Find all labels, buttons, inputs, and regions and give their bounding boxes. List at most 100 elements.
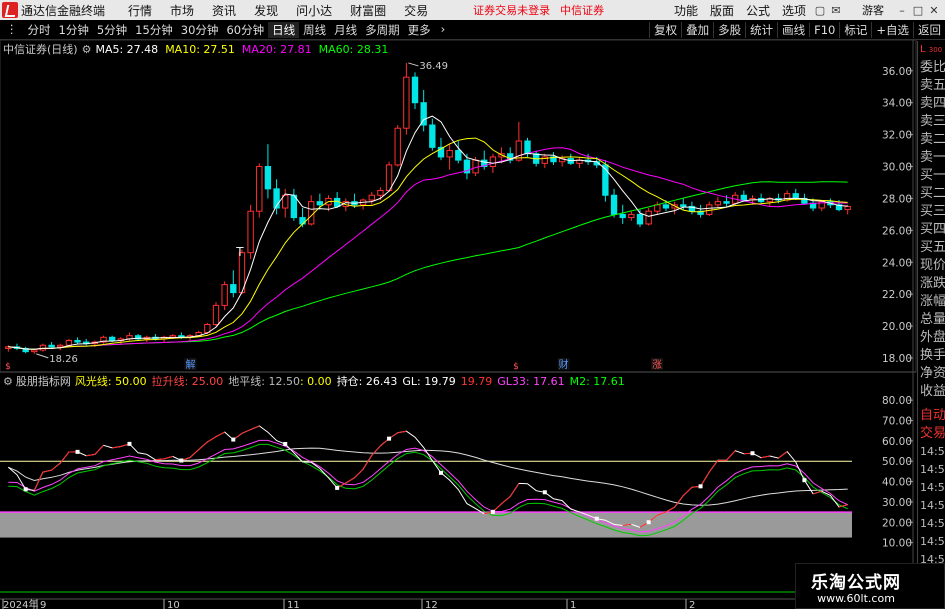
gl-rising-segment: [94, 444, 104, 455]
indicator-marker: [23, 487, 28, 492]
kline-chart[interactable]: 36.00 34.00 32.00 30.00 28.00 26.00 24.00 22.00…: [0, 0, 917, 609]
side-label-change-pct[interactable]: 涨幅: [918, 293, 945, 311]
watermark: 乐淘公式网 www.60lt.com: [795, 563, 945, 609]
candle-body: [680, 204, 687, 207]
side-label-weibi[interactable]: 委比: [918, 59, 945, 77]
side-label-buy5[interactable]: 买五: [918, 239, 945, 257]
candle-body: [654, 204, 661, 212]
candle-body: [65, 339, 73, 346]
price-axis-label: 36.00: [882, 66, 912, 78]
candle-body: [628, 213, 635, 219]
candle-body: [403, 76, 410, 129]
side-label-outer[interactable]: 外盘: [918, 329, 945, 347]
gl-rising-segment: [761, 455, 770, 459]
candle-body: [446, 150, 453, 158]
indicator-marker: [542, 490, 547, 495]
tick-time: 14:56: [920, 517, 945, 530]
candle-body: [299, 217, 306, 225]
side-top-letter: L: [920, 44, 926, 55]
candle-body: [39, 344, 47, 351]
auto-button[interactable]: 自动: [918, 407, 945, 425]
indicator-axis-label: 10.00: [882, 538, 912, 550]
candle-body: [455, 150, 462, 161]
side-label-sell1[interactable]: 卖一: [918, 149, 945, 167]
candle-body: [706, 204, 713, 215]
price-axis-label: 20.00: [882, 321, 912, 333]
gl-rising-segment: [345, 477, 355, 484]
price-axis-label: 28.00: [882, 193, 912, 205]
indicator-marker: [594, 516, 599, 521]
indicator-marker: [698, 484, 703, 489]
gl-rising-segment: [509, 483, 520, 497]
side-top-sub: 300: [928, 46, 943, 54]
indicator-marker: [75, 449, 80, 454]
candle-body: [472, 159, 479, 174]
dividend-marker: $: [5, 362, 11, 372]
close-icon[interactable]: ✕: [926, 2, 942, 18]
side-label-net-asset[interactable]: 净资: [918, 365, 945, 383]
candle-body: [57, 344, 64, 348]
indicator-marker: [750, 451, 755, 456]
indicator-axis-label: 50.00: [882, 456, 912, 468]
event-marker: 财: [559, 358, 569, 371]
side-label-sell5[interactable]: 卖五: [918, 77, 945, 95]
side-label-volume[interactable]: 总量: [918, 311, 945, 329]
gl-rising-segment: [501, 496, 511, 504]
candle-body: [247, 210, 254, 254]
candle-body: [230, 284, 237, 294]
side-label-earnings[interactable]: 收益: [918, 383, 945, 401]
side-label-buy2[interactable]: 买二: [918, 185, 945, 203]
tick-time: 14:56: [920, 481, 945, 494]
side-label-change[interactable]: 涨跌: [918, 275, 945, 293]
candle-body: [662, 204, 670, 209]
side-label-buy4[interactable]: 买四: [918, 221, 945, 239]
price-axis-label: 34.00: [882, 98, 912, 110]
side-label-buy1[interactable]: 买一: [918, 167, 945, 185]
indicator-marker: [387, 436, 392, 441]
event-marker: 涨: [652, 359, 662, 371]
side-label-buy3[interactable]: 买三: [918, 203, 945, 221]
indicator-marker: [127, 441, 132, 446]
trade-button[interactable]: 交易: [918, 425, 945, 443]
candle-body: [636, 213, 644, 225]
candle-body: [256, 166, 263, 212]
gl-rising-segment: [682, 486, 693, 497]
gl-rising-segment: [362, 455, 373, 470]
gl-rising-segment: [86, 453, 95, 457]
side-label-sell2[interactable]: 卖二: [918, 131, 945, 149]
candle-body: [290, 194, 298, 219]
gl-rising-segment: [215, 431, 225, 438]
time-axis-label: 1: [570, 600, 576, 609]
indicator-axis-label: 70.00: [882, 416, 912, 428]
gl-rising-segment: [726, 450, 736, 461]
candle-body: [515, 140, 523, 161]
side-panel: L 300 委比 卖五 卖四 卖三 卖二 卖一 买一 买二 买三 买四 买五 现…: [917, 41, 945, 609]
side-top[interactable]: L 300: [918, 41, 945, 59]
gl-rising-segment: [812, 490, 822, 495]
high-price-label: 36.49: [419, 61, 448, 72]
price-axis-label: 24.00: [882, 257, 912, 269]
side-label-turnover[interactable]: 换手: [918, 347, 945, 365]
side-label-price[interactable]: 现价: [918, 257, 945, 275]
back-button[interactable]: 返回: [913, 21, 945, 38]
candle-body: [844, 205, 851, 211]
side-label-sell3[interactable]: 卖三: [918, 113, 945, 131]
price-axis-label: 30.00: [882, 162, 912, 174]
time-axis-label: 2024年: [3, 598, 38, 609]
time-axis-label: 10: [167, 600, 180, 609]
gl-rising-segment: [112, 445, 121, 449]
candle-body: [610, 194, 618, 215]
candle-body: [74, 339, 81, 343]
candle-body: [740, 194, 748, 201]
indicator-marker: [179, 458, 184, 463]
indicator-axis-label: 40.00: [882, 477, 912, 489]
candle-body: [377, 189, 384, 196]
candle-body: [411, 76, 419, 104]
candle-body: [489, 156, 497, 168]
gl-rising-segment: [250, 425, 260, 431]
time-axis-label: 2: [689, 600, 695, 609]
side-label-sell4[interactable]: 卖四: [918, 95, 945, 113]
candle-body: [31, 349, 38, 353]
indicator-axis-label: 60.00: [882, 436, 912, 448]
indicator-marker: [438, 470, 443, 475]
